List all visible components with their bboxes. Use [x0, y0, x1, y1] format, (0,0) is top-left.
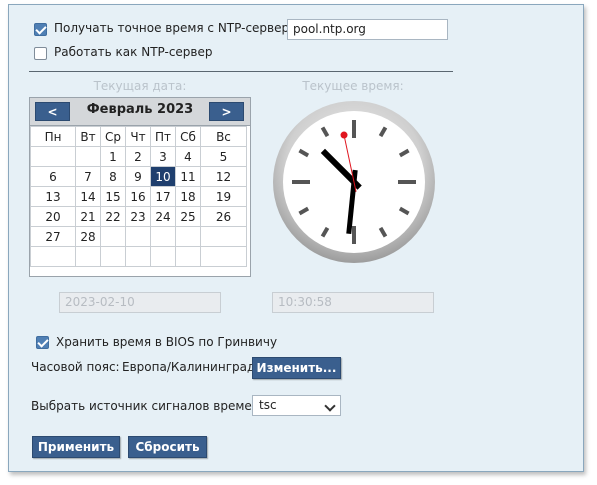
- calendar-day[interactable]: 9: [125, 166, 151, 187]
- calendar-week: 20 21 22 23 24 25 26: [30, 206, 247, 227]
- time-source-value: tsc: [259, 398, 277, 412]
- weekday-fri: Пт: [150, 126, 176, 147]
- ntp-sync-label: Получать точное время с NTP-сервера:: [54, 21, 301, 35]
- calendar-day[interactable]: 20: [30, 206, 76, 227]
- time-field: 10:30:58: [272, 292, 434, 313]
- next-month-button[interactable]: >: [209, 102, 244, 121]
- calendar-header: < Февраль 2023 >: [30, 98, 250, 126]
- calendar-week: 1 2 3 4 5: [30, 146, 247, 167]
- reset-button[interactable]: Сбросить: [128, 436, 207, 458]
- chevron-down-icon: [324, 400, 336, 412]
- calendar-week: 6 7 8 9 10 11 12: [30, 166, 247, 187]
- calendar-day[interactable]: 11: [175, 166, 201, 187]
- timezone-label: Часовой пояс:: [31, 360, 120, 374]
- weekday-tue: Вт: [75, 126, 101, 147]
- divider: [29, 71, 453, 72]
- calendar-day[interactable]: 8: [100, 166, 126, 187]
- ntp-server-input[interactable]: pool.ntp.org: [287, 19, 448, 40]
- calendar-day[interactable]: 19: [200, 186, 247, 207]
- calendar-day[interactable]: 17: [150, 186, 176, 207]
- calendar-day[interactable]: [100, 246, 126, 267]
- calendar-day[interactable]: 2: [125, 146, 151, 167]
- calendar-week: 27 28: [30, 226, 247, 247]
- calendar-day[interactable]: [175, 246, 201, 267]
- calendar-day[interactable]: 18: [175, 186, 201, 207]
- calendar-day[interactable]: 22: [100, 206, 126, 227]
- calendar-day[interactable]: 3: [150, 146, 176, 167]
- calendar-day[interactable]: 4: [175, 146, 201, 167]
- weekday-wed: Ср: [100, 126, 126, 147]
- calendar-day[interactable]: [175, 226, 201, 247]
- calendar-day[interactable]: 21: [75, 206, 101, 227]
- current-time-heading: Текущее время:: [302, 79, 404, 93]
- calendar-day[interactable]: [125, 246, 151, 267]
- weekday-sun: Вс: [200, 126, 247, 147]
- calendar-day[interactable]: 12: [200, 166, 247, 187]
- weekday-thu: Чт: [125, 126, 151, 147]
- timezone-value: Европа/Калининград: [122, 360, 256, 374]
- analog-clock: [273, 101, 435, 263]
- weekday-mon: Пн: [30, 126, 76, 147]
- calendar-day[interactable]: 25: [175, 206, 201, 227]
- calendar-day[interactable]: 27: [30, 226, 76, 247]
- calendar-day[interactable]: 16: [125, 186, 151, 207]
- weekday-row: Пн Вт Ср Чт Пт Сб Вс: [30, 126, 247, 147]
- calendar-day[interactable]: [75, 246, 101, 267]
- calendar-day[interactable]: 24: [150, 206, 176, 227]
- calendar-day[interactable]: [150, 226, 176, 247]
- month-label: Февраль 2023: [86, 102, 194, 117]
- calendar-day[interactable]: [125, 226, 151, 247]
- calendar-week: 13 14 15 16 17 18 19: [30, 186, 247, 207]
- date-field: 2023-02-10: [59, 292, 221, 313]
- apply-button[interactable]: Применить: [32, 436, 120, 458]
- ntp-sync-checkbox[interactable]: [34, 23, 47, 36]
- calendar-day[interactable]: 23: [125, 206, 151, 227]
- time-source-label: Выбрать источник сигналов времени:: [31, 399, 272, 413]
- prev-month-button[interactable]: <: [35, 102, 70, 121]
- weekday-sat: Сб: [175, 126, 201, 147]
- calendar-day-selected[interactable]: 10: [150, 166, 176, 187]
- calendar-day[interactable]: 14: [75, 186, 101, 207]
- calendar-day[interactable]: 13: [30, 186, 76, 207]
- calendar-grid: Пн Вт Ср Чт Пт Сб Вс 1 2 3 4 5 6 7 8 9 1…: [30, 126, 247, 267]
- calendar-day[interactable]: [100, 226, 126, 247]
- calendar-day[interactable]: 1: [100, 146, 126, 167]
- calendar-day[interactable]: 5: [200, 146, 247, 167]
- ntp-server-mode-label: Работать как NTP-сервер: [54, 45, 213, 59]
- time-source-select[interactable]: tsc: [252, 395, 341, 416]
- calendar-day[interactable]: [30, 246, 76, 267]
- calendar-day[interactable]: 7: [75, 166, 101, 187]
- ntp-server-mode-checkbox[interactable]: [34, 47, 47, 60]
- bios-utc-checkbox[interactable]: [36, 336, 49, 349]
- calendar-day[interactable]: [150, 246, 176, 267]
- calendar: < Февраль 2023 > Пн Вт Ср Чт Пт Сб Вс 1 …: [29, 97, 251, 277]
- calendar-day[interactable]: 28: [75, 226, 101, 247]
- calendar-day[interactable]: 15: [100, 186, 126, 207]
- calendar-day[interactable]: [30, 146, 76, 167]
- datetime-settings-panel: Получать точное время с NTP-сервера: poo…: [8, 4, 584, 472]
- calendar-day[interactable]: [200, 246, 247, 267]
- bios-utc-label: Хранить время в BIOS по Гринвичу: [56, 335, 278, 349]
- calendar-day[interactable]: [75, 146, 101, 167]
- calendar-day[interactable]: 26: [200, 206, 247, 227]
- calendar-day[interactable]: 6: [30, 166, 76, 187]
- current-date-heading: Текущая дата:: [93, 79, 187, 93]
- calendar-week: [30, 246, 247, 267]
- change-timezone-button[interactable]: Изменить...: [252, 357, 341, 379]
- second-hand-dot: [340, 131, 348, 139]
- calendar-day[interactable]: [200, 226, 247, 247]
